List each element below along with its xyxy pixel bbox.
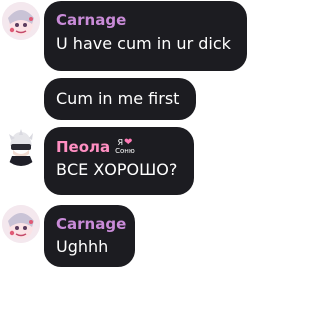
badge-top-text: Я: [117, 138, 124, 147]
heart-icon: ❤: [124, 137, 133, 148]
message-text: Ughhh: [56, 237, 109, 256]
carnage-avatar[interactable]: [2, 205, 40, 243]
message-text: U have cum in ur dick: [56, 34, 231, 53]
author-name-text: Пеола: [56, 138, 111, 156]
peola-avatar[interactable]: [2, 128, 40, 166]
message-text: Cum in me first: [56, 89, 180, 108]
message-bubble[interactable]: Carnage Ughhh: [44, 205, 135, 267]
message-text: ВСЕ ХОРОШО?: [56, 160, 178, 179]
author-name[interactable]: Carnage: [56, 11, 235, 29]
message-bubble[interactable]: Cum in me first: [44, 78, 196, 120]
carnage-avatar[interactable]: [2, 2, 40, 40]
user-badge: Я ❤ Соню: [115, 138, 135, 156]
author-name[interactable]: Carnage: [56, 215, 126, 233]
message-bubble[interactable]: Carnage U have cum in ur dick: [44, 1, 247, 71]
message-bubble[interactable]: Пеола Я ❤ Соню ВСЕ ХОРОШО?: [44, 127, 194, 195]
badge-bottom-text: Соню: [115, 147, 135, 155]
author-name[interactable]: Пеола Я ❤ Соню: [56, 138, 182, 157]
